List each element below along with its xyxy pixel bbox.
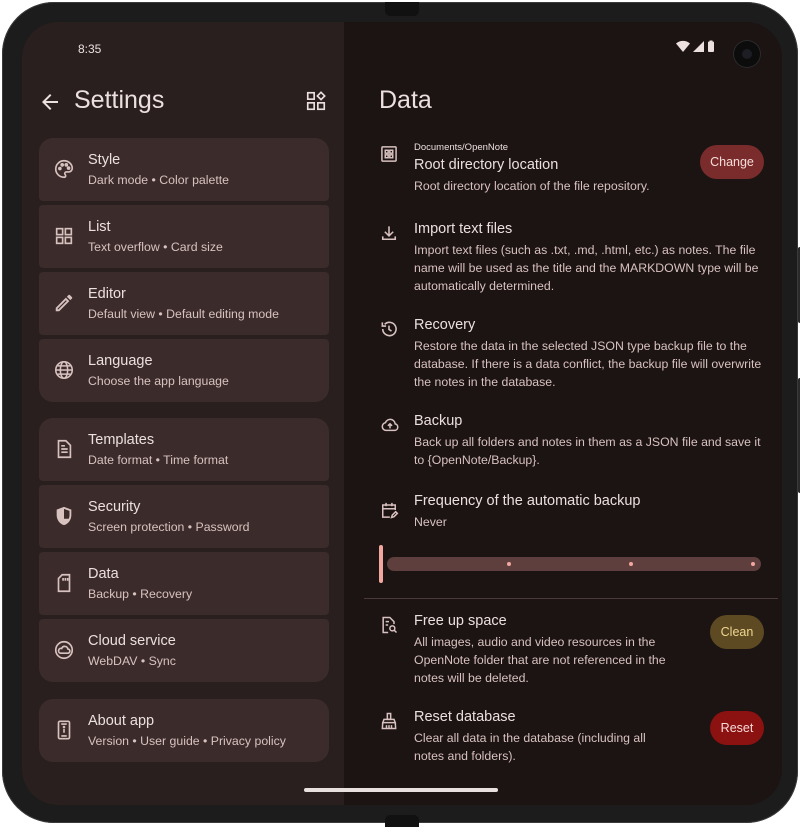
broom-icon [379,711,399,731]
settings-item-subtitle: WebDAV • Sync [88,654,176,668]
reset-desc: Clear all data in the database (includin… [414,731,646,763]
back-arrow-icon[interactable] [38,90,62,114]
settings-item-editor[interactable]: Editor Default view • Default editing mo… [39,272,329,335]
settings-item-title: Style [88,152,121,168]
import-desc: Import text files (such as .txt, .md, .h… [414,243,759,293]
free-space-title: Free up space [414,613,507,629]
settings-item-title: List [88,219,111,235]
status-time: 8:35 [78,42,102,56]
settings-item-subtitle: Choose the app language [88,374,229,388]
globe-icon [53,359,75,381]
backup-setting[interactable]: Backup Back up all folders and notes in … [379,413,769,469]
settings-item-title: Data [88,566,119,582]
wifi-icon [676,40,690,52]
settings-item-subtitle: Screen protection • Password [88,520,250,534]
settings-panel: 8:35 Settings Style Dark mode • Color pa… [22,22,344,805]
recovery-desc: Restore the data in the selected JSON ty… [414,339,762,389]
reset-title: Reset database [414,709,516,725]
signal-icon [693,41,704,52]
hinge-bottom [385,815,419,827]
reset-button[interactable]: Reset [710,711,764,745]
download-icon [379,223,399,243]
settings-item-title: About app [88,713,155,729]
restore-icon [379,319,399,339]
settings-item-subtitle: Version • User guide • Privacy policy [88,734,286,748]
frequency-slider-handle[interactable] [379,545,383,583]
reset-database-setting[interactable]: Reset database Clear all data in the dat… [379,709,679,765]
settings-item-security[interactable]: Security Screen protection • Password [39,485,329,548]
pencil-icon [53,292,75,314]
status-icons [676,40,716,54]
settings-item-about[interactable]: About app Version • User guide • Privacy… [39,699,329,762]
slider-tick [751,562,755,566]
settings-item-list[interactable]: List Text overflow • Card size [39,205,329,268]
backup-frequency-setting: Frequency of the automatic backup Never [379,493,769,533]
shield-icon [53,505,75,527]
settings-item-subtitle: Date format • Time format [88,453,229,467]
clean-button[interactable]: Clean [710,615,764,649]
find-in-page-icon [379,615,399,635]
settings-item-data[interactable]: Data Backup • Recovery [39,552,329,615]
settings-item-subtitle: Default view • Default editing mode [88,307,279,321]
change-button[interactable]: Change [700,145,764,179]
slider-tick [507,562,511,566]
cloud-circle-icon [53,639,75,661]
calendar-edit-icon [379,500,399,520]
frequency-value: Never [414,515,447,529]
settings-item-title: Cloud service [88,633,176,649]
settings-item-title: Security [88,499,141,515]
page-title: Data [379,86,432,114]
settings-item-subtitle: Backup • Recovery [88,587,193,601]
root-directory-title: Root directory location [414,157,559,173]
import-setting[interactable]: Import text files Import text files (suc… [379,221,769,297]
recovery-setting[interactable]: Recovery Restore the data in the selecte… [379,317,769,393]
slider-tick [629,562,633,566]
frequency-slider[interactable] [387,557,761,571]
settings-item-language[interactable]: Language Choose the app language [39,339,329,402]
settings-item-subtitle: Text overflow • Card size [88,240,223,254]
frequency-title: Frequency of the automatic backup [414,493,641,509]
sd-card-icon [53,572,75,594]
settings-item-title: Language [88,353,153,369]
root-directory-desc: Root directory location of the file repo… [414,179,650,193]
free-space-desc: All images, audio and video resources in… [414,635,666,685]
backup-desc: Back up all folders and notes in them as… [414,435,761,467]
gesture-nav-bar[interactable] [304,788,498,792]
root-directory-path: Documents/OpenNote [414,142,508,153]
settings-item-title: Templates [88,432,155,448]
backup-title: Backup [414,413,463,429]
folder-grid-icon [379,144,399,164]
widgets-icon[interactable] [305,90,329,114]
data-panel: Data Documents/OpenNote Root directory l… [344,22,782,805]
page-title: Settings [74,86,165,114]
phone-info-icon [53,719,75,741]
battery-icon [708,41,714,52]
settings-item-style[interactable]: Style Dark mode • Color palette [39,138,329,201]
document-icon [53,438,75,460]
divider [364,598,778,599]
palette-icon [53,158,75,180]
settings-item-title: Editor [88,286,126,302]
screen: 8:35 Settings Style Dark mode • Color pa… [22,22,782,805]
settings-item-subtitle: Dark mode • Color palette [88,173,229,187]
import-title: Import text files [414,221,513,237]
hinge-top [385,2,419,16]
device-frame: 8:35 Settings Style Dark mode • Color pa… [2,2,800,827]
settings-item-cloud[interactable]: Cloud service WebDAV • Sync [39,619,329,682]
recovery-title: Recovery [414,317,476,333]
free-space-setting[interactable]: Free up space All images, audio and vide… [379,613,679,689]
front-camera [734,41,760,67]
settings-item-templates[interactable]: Templates Date format • Time format [39,418,329,481]
grid-view-icon [53,225,75,247]
cloud-upload-icon [379,415,399,435]
